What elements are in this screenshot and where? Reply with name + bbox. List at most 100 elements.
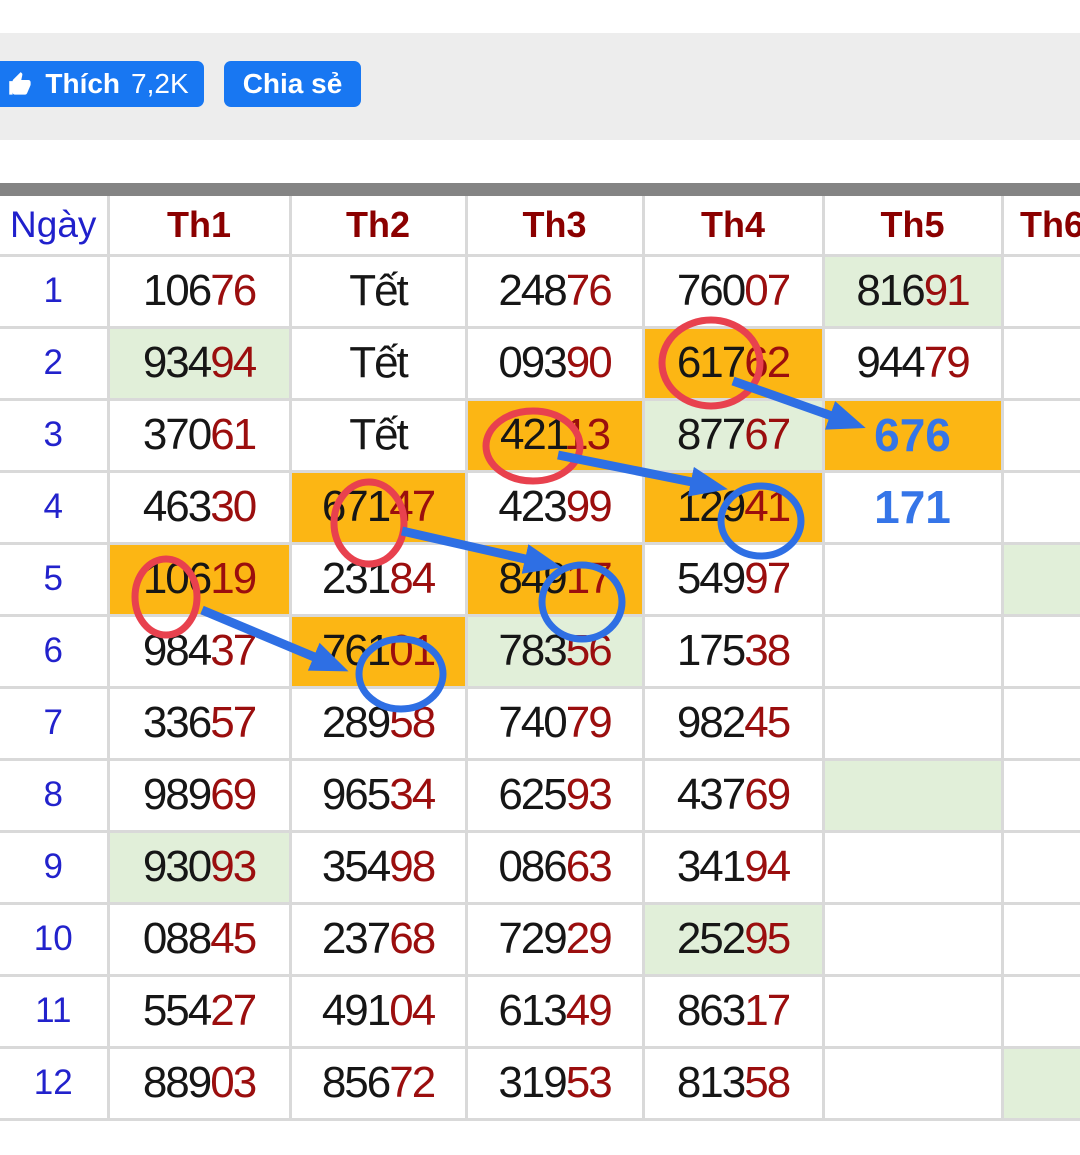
result-cell: 42399 [466,471,643,543]
column-header-month: Th5 [823,196,1002,255]
like-count: 7,2K [131,68,189,100]
result-cell: 62593 [466,759,643,831]
table-row: 698437761017835617538 [0,615,1080,687]
results-table-section: Ngày Th1 Th2 Th3 Th4 Th5 Th6 110676Tết24… [0,183,1080,1121]
column-header-month: Th2 [290,196,466,255]
prediction-cell: 171 [823,471,1002,543]
share-label: Chia sẻ [243,68,343,100]
result-cell [1002,687,1080,759]
result-cell: Tết [290,255,466,327]
result-cell: 85672 [290,1047,466,1119]
table-row: 1288903856723195381358 [0,1047,1080,1119]
day-number: 4 [0,471,108,543]
result-cell: 88903 [108,1047,290,1119]
day-number: 8 [0,759,108,831]
column-header-month: Th3 [466,196,643,255]
result-cell [823,615,1002,687]
result-cell: 98437 [108,615,290,687]
result-cell [1002,903,1080,975]
result-cell [823,687,1002,759]
result-cell: 78356 [466,615,643,687]
column-header-month: Th1 [108,196,290,255]
table-row: 293494Tết093906176294479 [0,327,1080,399]
result-cell: 42113 [466,399,643,471]
day-number: 9 [0,831,108,903]
result-cell [1002,975,1080,1047]
result-cell: 24876 [466,255,643,327]
result-cell: 81691 [823,255,1002,327]
result-cell [823,903,1002,975]
day-number: 11 [0,975,108,1047]
result-cell: 46330 [108,471,290,543]
result-cell: 61349 [466,975,643,1047]
result-cell [1002,255,1080,327]
result-cell: 55427 [108,975,290,1047]
table-row: 898969965346259343769 [0,759,1080,831]
table-row: 337061Tết4211387767676 [0,399,1080,471]
table-row: 1008845237687292925295 [0,903,1080,975]
result-cell: 93494 [108,327,290,399]
result-cell: 76101 [290,615,466,687]
result-cell: 86317 [643,975,823,1047]
result-cell: 35498 [290,831,466,903]
result-cell: 81358 [643,1047,823,1119]
like-button[interactable]: Thích 7,2K [0,61,204,107]
result-cell: 96534 [290,759,466,831]
share-button[interactable]: Chia sẻ [224,61,361,107]
result-cell: 72929 [466,903,643,975]
like-label: Thích [45,68,120,100]
table-row: 733657289587407998245 [0,687,1080,759]
result-cell: 49104 [290,975,466,1047]
day-number: 6 [0,615,108,687]
result-cell: 17538 [643,615,823,687]
result-cell: 43769 [643,759,823,831]
result-cell: 67147 [290,471,466,543]
day-number: 7 [0,687,108,759]
result-cell: 84917 [466,543,643,615]
result-cell: Tết [290,327,466,399]
result-cell [1002,615,1080,687]
header-row: Ngày Th1 Th2 Th3 Th4 Th5 Th6 [0,196,1080,255]
table-row: 446330671474239912941171 [0,471,1080,543]
day-number: 3 [0,399,108,471]
column-header-month: Th6 [1002,196,1080,255]
result-cell [1002,327,1080,399]
table-row: 110676Tết248767600781691 [0,255,1080,327]
result-cell: 08845 [108,903,290,975]
result-cell: 87767 [643,399,823,471]
result-cell: 94479 [823,327,1002,399]
result-cell: 98969 [108,759,290,831]
facebook-buttons: Thích 7,2K Chia sẻ [0,61,361,107]
result-cell: 34194 [643,831,823,903]
result-cell: 33657 [108,687,290,759]
result-cell: 09390 [466,327,643,399]
result-cell: 12941 [643,471,823,543]
result-cell: 93093 [108,831,290,903]
day-number: 10 [0,903,108,975]
day-number: 5 [0,543,108,615]
result-cell: 61762 [643,327,823,399]
result-cell: 23768 [290,903,466,975]
result-cell: 08663 [466,831,643,903]
result-cell [823,831,1002,903]
lottery-results-table: Ngày Th1 Th2 Th3 Th4 Th5 Th6 110676Tết24… [0,196,1080,1121]
result-cell: 74079 [466,687,643,759]
day-number: 12 [0,1047,108,1119]
result-cell [823,543,1002,615]
result-cell: 10676 [108,255,290,327]
result-cell [823,759,1002,831]
result-cell [1002,399,1080,471]
table-top-bar [0,183,1080,196]
result-cell [1002,1047,1080,1119]
results-table-body: 110676Tết248767600781691293494Tết0939061… [0,255,1080,1119]
result-cell: 31953 [466,1047,643,1119]
table-row: 510619231848491754997 [0,543,1080,615]
result-cell [1002,543,1080,615]
result-cell [823,975,1002,1047]
result-cell: 28958 [290,687,466,759]
result-cell: 98245 [643,687,823,759]
day-number: 1 [0,255,108,327]
table-row: 993093354980866334194 [0,831,1080,903]
result-cell: 37061 [108,399,290,471]
column-header-month: Th4 [643,196,823,255]
